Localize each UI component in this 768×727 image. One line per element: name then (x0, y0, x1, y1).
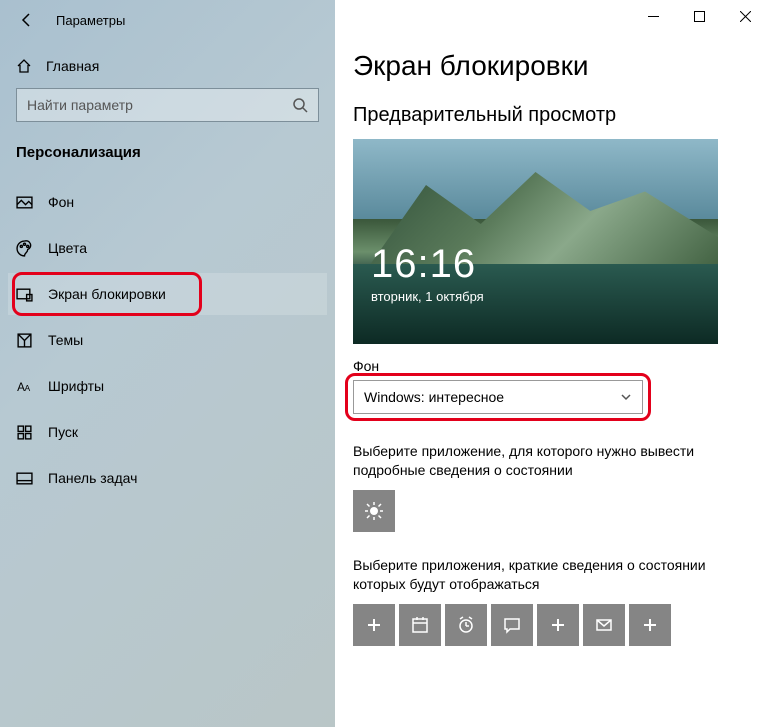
page-title: Экран блокировки (353, 50, 750, 82)
minimize-button[interactable] (630, 0, 676, 32)
preview-clock: 16:16 вторник, 1 октября (371, 242, 484, 304)
chat-icon (502, 615, 522, 635)
nav-label: Шрифты (48, 378, 104, 394)
search-box[interactable] (16, 88, 319, 122)
sidebar-item-background[interactable]: Фон (8, 181, 327, 223)
preview-heading: Предварительный просмотр (353, 104, 750, 127)
detailed-status-text: Выберите приложение, для которого нужно … (353, 442, 750, 480)
back-button[interactable] (16, 9, 38, 31)
home-label: Главная (46, 58, 99, 74)
plus-icon (640, 615, 660, 635)
svg-text:A: A (25, 382, 31, 392)
fonts-icon: AA (16, 378, 40, 395)
settings-window: Параметры Главная Персонализация Фон Цве… (0, 0, 768, 727)
plus-icon (548, 615, 568, 635)
themes-icon (16, 332, 40, 349)
colors-icon (16, 240, 40, 257)
nav-label: Пуск (48, 424, 78, 440)
quick-status-text: Выберите приложения, краткие сведения о … (353, 556, 750, 594)
content-area: Экран блокировки Предварительный просмот… (335, 0, 768, 727)
plus-icon (364, 615, 384, 635)
sidebar-item-lock-screen[interactable]: Экран блокировки (8, 273, 327, 315)
quick-status-block: Выберите приложения, краткие сведения о … (353, 556, 750, 646)
search-icon (292, 97, 308, 113)
home-icon (16, 58, 38, 74)
sidebar: Параметры Главная Персонализация Фон Цве… (0, 0, 335, 727)
mail-icon (594, 615, 614, 635)
chevron-down-icon (620, 391, 632, 403)
nav-label: Цвета (48, 240, 87, 256)
background-icon (16, 194, 40, 211)
taskbar-icon (16, 470, 40, 487)
quick-status-slot-add[interactable] (629, 604, 671, 646)
sidebar-item-fonts[interactable]: AA Шрифты (8, 365, 327, 407)
titlebar: Параметры (16, 0, 319, 40)
quick-status-slot-add[interactable] (353, 604, 395, 646)
sidebar-item-start[interactable]: Пуск (8, 411, 327, 453)
nav-label: Экран блокировки (48, 286, 166, 302)
quick-status-slot-messaging[interactable] (491, 604, 533, 646)
dropdown-value: Windows: интересное (364, 389, 504, 405)
background-label: Фон (353, 358, 750, 374)
nav-label: Фон (48, 194, 74, 210)
maximize-button[interactable] (676, 0, 722, 32)
lock-screen-icon (16, 286, 40, 303)
preview-time: 16:16 (371, 242, 484, 287)
calendar-icon (410, 615, 430, 635)
preview-date: вторник, 1 октября (371, 289, 484, 304)
weather-icon (364, 501, 384, 521)
sidebar-item-themes[interactable]: Темы (8, 319, 327, 361)
detailed-status-app[interactable] (353, 490, 395, 532)
search-input[interactable] (27, 97, 292, 113)
background-dropdown-wrap: Windows: интересное (353, 380, 643, 414)
quick-status-slot-mail[interactable] (583, 604, 625, 646)
nav-label: Темы (48, 332, 83, 348)
start-icon (16, 424, 40, 441)
window-controls (630, 0, 768, 32)
section-title: Персонализация (16, 144, 319, 161)
clock-icon (456, 615, 476, 635)
background-dropdown[interactable]: Windows: интересное (353, 380, 643, 414)
sidebar-item-colors[interactable]: Цвета (8, 227, 327, 269)
home-nav[interactable]: Главная (16, 58, 319, 74)
nav-label: Панель задач (48, 470, 137, 486)
quick-status-slot-calendar[interactable] (399, 604, 441, 646)
close-button[interactable] (722, 0, 768, 32)
lock-screen-preview[interactable]: 16:16 вторник, 1 октября (353, 139, 718, 344)
window-title: Параметры (56, 13, 125, 28)
quick-status-slot-alarm[interactable] (445, 604, 487, 646)
sidebar-item-taskbar[interactable]: Панель задач (8, 457, 327, 499)
detailed-status-block: Выберите приложение, для которого нужно … (353, 442, 750, 532)
quick-status-slot-add[interactable] (537, 604, 579, 646)
